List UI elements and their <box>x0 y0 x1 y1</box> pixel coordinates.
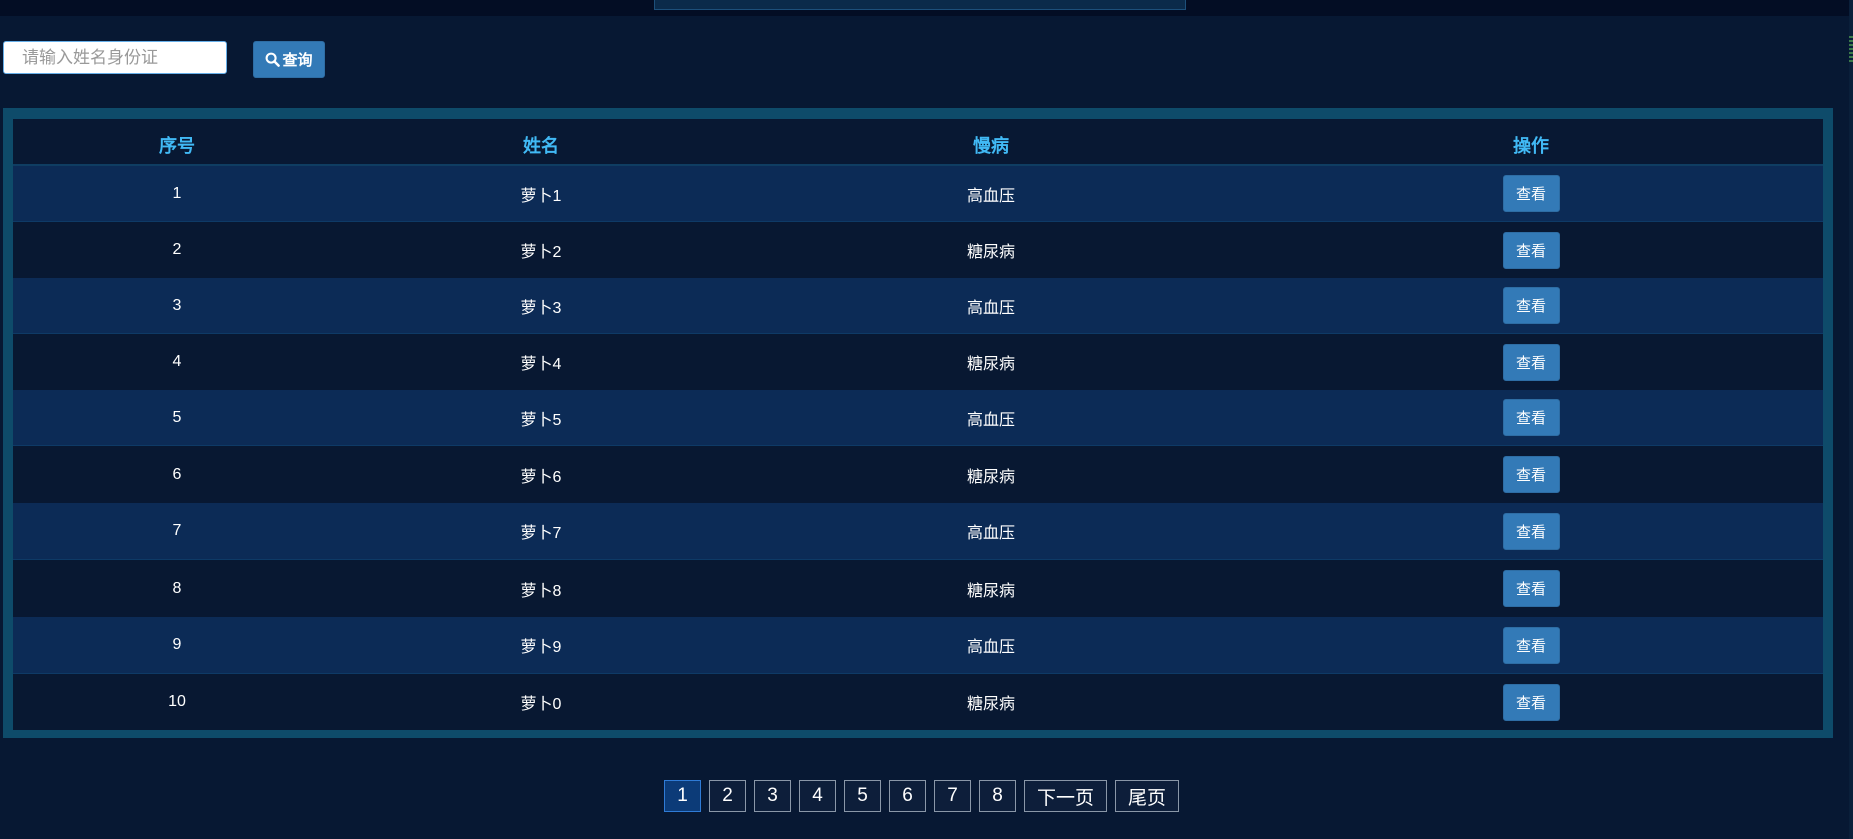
header-name: 姓名 <box>523 135 559 156</box>
row-disease: 糖尿病 <box>966 468 1015 486</box>
page-button-1[interactable]: 1 <box>664 780 701 812</box>
row-name: 萝卜3 <box>520 299 562 317</box>
row-disease: 高血压 <box>966 639 1015 656</box>
row-name: 萝卜2 <box>520 244 562 261</box>
row-action-cell: 查看 <box>1241 166 1821 221</box>
row-disease: 糖尿病 <box>966 696 1015 713</box>
view-button[interactable]: 查看 <box>1502 570 1560 607</box>
row-disease: 高血压 <box>966 187 1015 205</box>
table-row: 9 萝卜9 高血压 查看 <box>13 617 1823 674</box>
view-button[interactable]: 查看 <box>1502 287 1560 324</box>
row-index: 10 <box>168 693 186 710</box>
table-row: 8 萝卜8 糖尿病 查看 <box>13 560 1823 617</box>
page-button-5[interactable]: 5 <box>844 780 881 812</box>
row-index: 8 <box>172 579 182 597</box>
row-index: 6 <box>172 465 182 483</box>
page-button-3[interactable]: 3 <box>754 780 791 812</box>
row-disease: 高血压 <box>966 299 1015 317</box>
row-action-cell: 查看 <box>1241 560 1821 617</box>
row-name: 萝卜4 <box>520 356 562 373</box>
search-icon <box>266 52 281 67</box>
row-action-cell: 查看 <box>1241 617 1821 673</box>
table-row: 1 萝卜1 高血压 查看 <box>13 166 1823 222</box>
row-name: 萝卜9 <box>520 639 562 656</box>
row-name: 萝卜6 <box>520 468 562 486</box>
table-row: 3 萝卜3 高血压 查看 <box>13 278 1823 334</box>
row-action-cell: 查看 <box>1241 334 1821 390</box>
row-action-cell: 查看 <box>1241 503 1821 559</box>
page-button-2[interactable]: 2 <box>709 780 746 812</box>
top-bar <box>0 0 1853 16</box>
row-name: 萝卜5 <box>520 411 562 429</box>
row-index: 1 <box>172 184 182 202</box>
table-body: 序号 姓名 慢病 操作 1 萝卜1 高血压 查看 2 萝卜2 糖尿病 查看 3 萝卜3 高血压 查看 4… <box>13 119 1823 730</box>
view-button[interactable]: 查看 <box>1502 512 1560 550</box>
header-action: 操作 <box>1513 135 1549 156</box>
row-name: 萝卜1 <box>520 187 562 205</box>
table-header: 序号 姓名 慢病 操作 <box>13 119 1823 166</box>
row-action-cell: 查看 <box>1241 674 1821 730</box>
header-index: 序号 <box>159 135 195 156</box>
row-disease: 糖尿病 <box>966 356 1015 373</box>
view-button[interactable]: 查看 <box>1502 683 1560 721</box>
row-action-cell: 查看 <box>1241 222 1821 278</box>
row-disease: 糖尿病 <box>966 582 1015 600</box>
next-page-button[interactable]: 下一页 <box>1024 780 1108 812</box>
table-row: 7 萝卜7 高血压 查看 <box>13 503 1823 560</box>
row-index: 9 <box>172 636 182 653</box>
view-button[interactable]: 查看 <box>1502 626 1560 664</box>
search-input[interactable] <box>3 41 227 74</box>
row-action-cell: 查看 <box>1241 278 1821 333</box>
search-button-label: 查询 <box>282 52 313 69</box>
row-disease: 糖尿病 <box>966 244 1015 261</box>
view-button[interactable]: 查看 <box>1502 456 1560 493</box>
view-button[interactable]: 查看 <box>1502 231 1560 269</box>
row-index: 2 <box>172 241 182 258</box>
row-index: 7 <box>172 522 182 539</box>
page-button-6[interactable]: 6 <box>889 780 926 812</box>
scrollbar-thumb[interactable] <box>1849 36 1853 64</box>
page-button-7[interactable]: 7 <box>934 780 971 812</box>
view-button[interactable]: 查看 <box>1502 175 1560 212</box>
row-index: 4 <box>172 353 182 370</box>
row-action-cell: 查看 <box>1241 446 1821 503</box>
last-page-button[interactable]: 尾页 <box>1115 780 1180 812</box>
scrollbar[interactable] <box>1849 0 1853 839</box>
view-button[interactable]: 查看 <box>1502 399 1560 436</box>
top-tab <box>654 0 1186 10</box>
table-row: 10 萝卜0 糖尿病 查看 <box>13 674 1823 730</box>
data-table: 序号 姓名 慢病 操作 1 萝卜1 高血压 查看 2 萝卜2 糖尿病 查看 3 萝卜3 高血压 查看 4… <box>3 108 1833 738</box>
row-index: 5 <box>172 408 182 426</box>
row-name: 萝卜8 <box>520 582 562 600</box>
table-row: 5 萝卜5 高血压 查看 <box>13 390 1823 446</box>
table-row: 4 萝卜4 糖尿病 查看 <box>13 334 1823 390</box>
page-button-8[interactable]: 8 <box>979 780 1016 812</box>
pagination: 1 2 3 4 5 6 7 8 下一页 尾页 <box>664 780 1180 812</box>
row-disease: 高血压 <box>966 411 1015 429</box>
page-button-4[interactable]: 4 <box>799 780 836 812</box>
row-action-cell: 查看 <box>1241 390 1821 445</box>
row-index: 3 <box>172 296 182 314</box>
header-disease: 慢病 <box>973 135 1009 156</box>
row-name: 萝卜7 <box>520 525 562 542</box>
view-button[interactable]: 查看 <box>1502 343 1560 381</box>
search-button[interactable]: 查询 <box>253 41 325 78</box>
table-row: 6 萝卜6 糖尿病 查看 <box>13 446 1823 503</box>
table-row: 2 萝卜2 糖尿病 查看 <box>13 222 1823 278</box>
row-disease: 高血压 <box>966 525 1015 542</box>
row-name: 萝卜0 <box>520 696 562 713</box>
